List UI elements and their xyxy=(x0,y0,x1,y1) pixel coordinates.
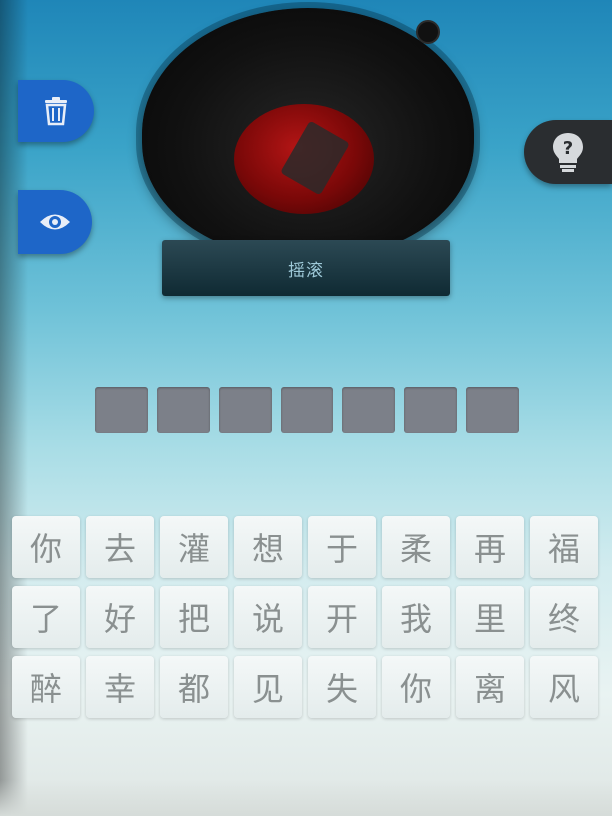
character-tile[interactable]: 离 xyxy=(456,656,524,718)
character-tile[interactable]: 失 xyxy=(308,656,376,718)
character-tile[interactable]: 想 xyxy=(234,516,302,578)
answer-slot[interactable] xyxy=(466,387,520,433)
answer-slot[interactable] xyxy=(218,387,272,433)
character-tile[interactable]: 说 xyxy=(234,586,302,648)
character-tile[interactable]: 我 xyxy=(382,586,450,648)
character-tile[interactable]: 福 xyxy=(530,516,598,578)
lightbulb-question-icon: ? xyxy=(553,133,583,172)
character-tile[interactable]: 于 xyxy=(308,516,376,578)
delete-button[interactable] xyxy=(18,80,94,142)
answer-slot[interactable] xyxy=(342,387,396,433)
character-tile[interactable]: 风 xyxy=(530,656,598,718)
character-tile[interactable]: 再 xyxy=(456,516,524,578)
answer-slot[interactable] xyxy=(280,387,334,433)
category-banner: 摇滚 xyxy=(162,240,450,296)
character-tile[interactable]: 灌 xyxy=(160,516,228,578)
hint-button[interactable]: ? xyxy=(524,120,612,184)
character-tile[interactable]: 了 xyxy=(12,586,80,648)
character-tile[interactable]: 去 xyxy=(86,516,154,578)
character-tile[interactable]: 开 xyxy=(308,586,376,648)
eye-icon xyxy=(40,214,70,230)
answer-slot[interactable] xyxy=(95,387,148,433)
character-tile[interactable]: 你 xyxy=(382,656,450,718)
record-knob xyxy=(416,20,440,44)
bottom-edge xyxy=(0,780,612,816)
character-tile[interactable]: 好 xyxy=(86,586,154,648)
character-tile[interactable]: 醉 xyxy=(12,656,80,718)
record-image xyxy=(142,8,474,258)
character-tile[interactable]: 你 xyxy=(12,516,80,578)
character-grid: 你去灌想于柔再福了好把说开我里终醉幸都见失你离风 xyxy=(12,516,608,726)
character-tile[interactable]: 把 xyxy=(160,586,228,648)
reveal-button[interactable] xyxy=(18,190,92,254)
character-tile[interactable]: 见 xyxy=(234,656,302,718)
character-tile[interactable]: 里 xyxy=(456,586,524,648)
trash-icon xyxy=(45,97,67,126)
character-tile[interactable]: 柔 xyxy=(382,516,450,578)
answer-slot[interactable] xyxy=(404,387,458,433)
character-tile[interactable]: 幸 xyxy=(86,656,154,718)
character-tile[interactable]: 终 xyxy=(530,586,598,648)
answer-slot[interactable] xyxy=(156,387,210,433)
character-tile[interactable]: 都 xyxy=(160,656,228,718)
svg-text:?: ? xyxy=(563,138,573,159)
answer-slots xyxy=(95,387,520,433)
